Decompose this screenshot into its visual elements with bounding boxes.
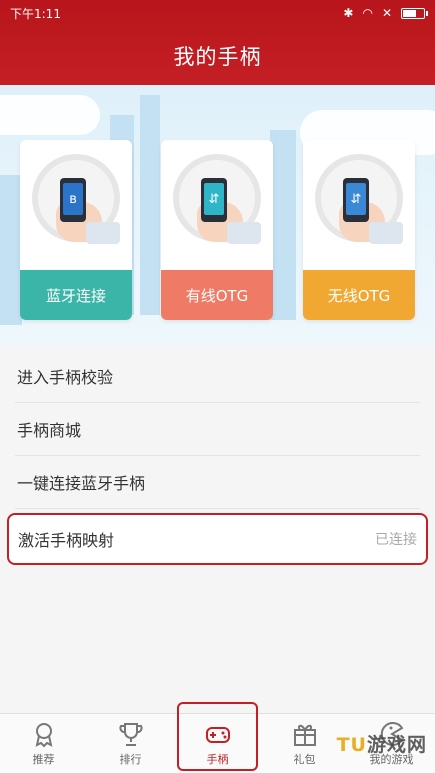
tab-recommend[interactable]: 推荐: [0, 714, 87, 773]
status-bar: 下午1:11 ✱ ◠ ✕: [0, 0, 435, 26]
gamepad-icon: [205, 727, 230, 743]
battery-icon: [401, 7, 428, 19]
building-decoration: [140, 95, 160, 315]
app-header: 下午1:11 ✱ ◠ ✕ 我的手柄: [0, 0, 435, 85]
cloud-decoration: [0, 95, 100, 135]
wireless-otg-card[interactable]: ⇵ 无线OTG: [303, 140, 415, 320]
menu-item-store[interactable]: 手柄商城: [15, 403, 420, 456]
menu-item-label: 进入手柄校验: [17, 368, 114, 387]
connection-banner: ʙ 蓝牙连接 ⇵ 有线OTG ⇵ 无线OTG: [0, 85, 435, 345]
bluetooth-connect-card[interactable]: ʙ 蓝牙连接: [20, 140, 132, 320]
status-time: 下午1:11: [10, 6, 61, 21]
wired-otg-card[interactable]: ⇵ 有线OTG: [161, 140, 273, 320]
bluetooth-status-icon: ✱: [343, 6, 354, 20]
sim-status-icon: ✕: [381, 6, 392, 20]
tab-gamepad[interactable]: 手柄: [174, 702, 261, 773]
card-label: 有线OTG: [161, 270, 273, 320]
building-decoration: [0, 175, 22, 325]
connection-status: 已连接: [375, 532, 417, 548]
medal-icon: [35, 723, 52, 748]
phone-illustration: ⇵: [343, 178, 369, 222]
sleeve-illustration: [227, 222, 261, 244]
tab-label: 手柄: [206, 753, 229, 766]
site-watermark: TU游戏网: [337, 730, 427, 757]
usb-icon: ⇵: [346, 183, 366, 215]
phone-illustration: ⇵: [201, 178, 227, 222]
card-label: 无线OTG: [303, 270, 415, 320]
menu-item-one-click-bluetooth[interactable]: 一键连接蓝牙手柄: [15, 456, 420, 509]
phone-illustration: ʙ: [60, 178, 86, 222]
tab-gift[interactable]: 礼包: [261, 714, 348, 773]
menu-item-label: 一键连接蓝牙手柄: [17, 474, 146, 493]
watermark-left: TU: [336, 734, 367, 756]
menu-item-calibrate[interactable]: 进入手柄校验: [15, 350, 420, 403]
card-label: 蓝牙连接: [20, 270, 132, 320]
building-decoration: [270, 130, 296, 320]
sleeve-illustration: [369, 222, 403, 244]
tab-ranking[interactable]: 排行: [87, 714, 174, 773]
sleeve-illustration: [86, 222, 120, 244]
wifi-status-icon: ◠: [362, 6, 373, 20]
page-title: 我的手柄: [173, 45, 262, 69]
menu-item-label: 手柄商城: [17, 421, 82, 440]
menu-item-activate-mapping[interactable]: 激活手柄映射 已连接: [7, 513, 428, 565]
tab-label: 排行: [119, 753, 142, 766]
menu-item-label: 激活手柄映射: [18, 531, 115, 550]
bottom-tab-bar: 推荐 排行 手柄 礼包 我的游戏 TU游戏网: [0, 702, 435, 773]
menu-list: 进入手柄校验 手柄商城 一键连接蓝牙手柄 激活手柄映射 已连接: [0, 350, 435, 565]
gift-icon: [293, 724, 316, 746]
tab-label: 礼包: [293, 753, 316, 766]
bluetooth-icon: ʙ: [63, 183, 83, 215]
tab-label: 推荐: [32, 753, 55, 766]
usb-icon: ⇵: [204, 183, 224, 215]
trophy-icon: [118, 723, 143, 746]
watermark-right: 游戏网: [366, 734, 427, 756]
